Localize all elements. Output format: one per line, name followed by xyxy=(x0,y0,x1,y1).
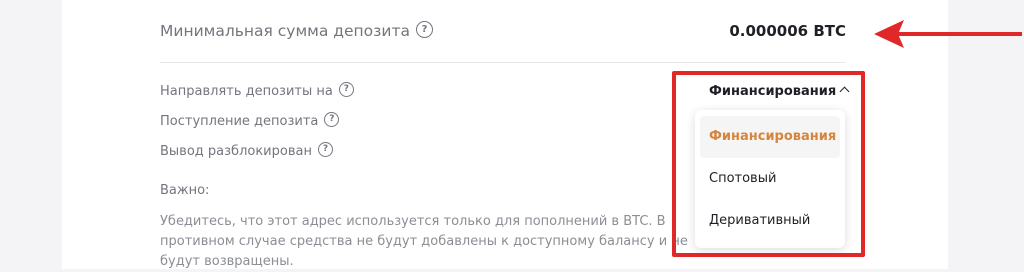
divider xyxy=(160,62,846,63)
help-question-icon[interactable]: ? xyxy=(317,142,333,157)
highlight-box xyxy=(672,71,865,257)
route-deposits-label: Направлять депозиты на? xyxy=(160,82,354,99)
help-question-icon[interactable]: ? xyxy=(324,112,340,127)
min-deposit-row: Минимальная сумма депозита? 0.000006 BTC xyxy=(160,18,846,48)
arrow-left-icon xyxy=(874,20,1022,48)
min-deposit-value: 0.000006 BTC xyxy=(729,22,846,40)
help-question-icon[interactable]: ? xyxy=(416,21,433,38)
warning-text: Убедитесь, что этот адрес используется т… xyxy=(160,214,688,269)
important-label: Важно: xyxy=(160,183,210,198)
deposit-arrival-label: Поступление депозита? xyxy=(160,112,340,129)
withdraw-unlock-label: Вывод разблокирован? xyxy=(160,142,333,159)
min-deposit-label: Минимальная сумма депозита? xyxy=(160,21,433,40)
help-question-icon[interactable]: ? xyxy=(338,82,354,97)
